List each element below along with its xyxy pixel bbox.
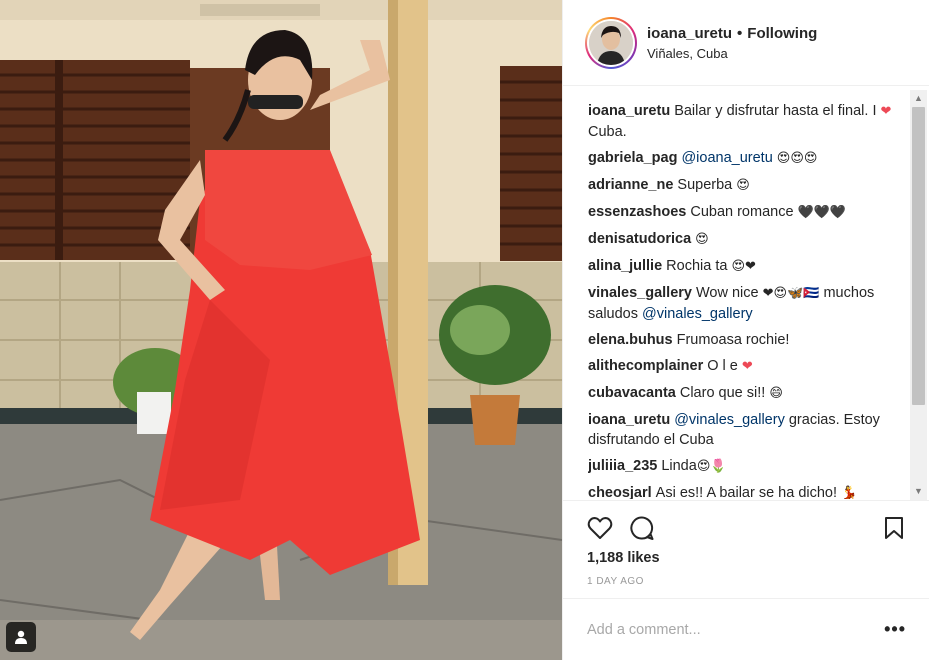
- add-comment-bar: •••: [563, 598, 929, 660]
- comment-text: Bailar y disfrutar hasta el final. I: [674, 103, 881, 119]
- post-timestamp[interactable]: 1 DAY AGO: [587, 576, 912, 587]
- comment-emoji: 😍❤: [731, 259, 756, 274]
- scroll-up-arrow-icon[interactable]: ▲: [910, 90, 927, 107]
- comment-username[interactable]: alithecomplainer: [588, 358, 703, 374]
- comment-mention[interactable]: @vinales_gallery: [642, 306, 753, 322]
- comment-emoji: 😍: [695, 232, 709, 247]
- comment-emoji: 😍🌷: [696, 459, 727, 474]
- comments-list: ioana_uretu Bailar y disfrutar hasta el f…: [588, 101, 908, 499]
- comment-text: Rochia ta: [666, 258, 732, 274]
- avatar-image: [589, 20, 633, 65]
- comment-text: Frumoasa rochie!: [676, 332, 790, 348]
- add-comment-input[interactable]: [587, 621, 885, 638]
- comment-emoji: 😄: [769, 386, 783, 401]
- comment-text-tail: Cuba.: [588, 124, 627, 140]
- comment-username[interactable]: adrianne_ne: [588, 177, 673, 193]
- comment-username[interactable]: cheosjarl: [588, 485, 652, 499]
- comment-text: Wow nice: [696, 285, 763, 301]
- comment-item: cheosjarl Asi es!! A bailar se ha dicho! …: [588, 483, 908, 499]
- comment-item: juliiia_235 Linda😍🌷: [588, 456, 908, 477]
- comment-item: cubavacanta Claro que si!! 😄: [588, 383, 908, 404]
- comment-item: adrianne_ne Superba 😍: [588, 175, 908, 196]
- likes-count[interactable]: 1,188 likes: [587, 550, 912, 566]
- post-location[interactable]: Viñales, Cuba: [647, 46, 817, 61]
- bookmark-icon: [885, 517, 903, 539]
- separator-dot: •: [737, 24, 743, 42]
- comment-mention[interactable]: @vinales_gallery: [674, 412, 785, 428]
- comment-username[interactable]: denisatudorica: [588, 231, 691, 247]
- post-actions: 1,188 likes 1 DAY AGO: [563, 500, 929, 600]
- more-options-icon[interactable]: •••: [884, 619, 906, 640]
- comment-item: essenzashoes Cuban romance 🖤🖤🖤: [588, 202, 908, 223]
- author-username[interactable]: ioana_uretu: [647, 25, 732, 42]
- comment-username[interactable]: gabriela_pag: [588, 150, 677, 166]
- comment-username[interactable]: elena.buhus: [588, 332, 673, 348]
- post-photo[interactable]: [0, 0, 562, 660]
- speech-bubble-icon: [630, 516, 654, 540]
- comment-item: alina_jullie Rochia ta 😍❤: [588, 256, 908, 277]
- comment-emoji: ❤😍🦋🇨🇺: [762, 286, 820, 301]
- comment-text: Claro que si!!: [679, 385, 770, 401]
- comments-scrollbar[interactable]: ▲ ▼: [910, 90, 927, 500]
- heart-outline-icon: [587, 517, 613, 539]
- post-sidebar: ioana_uretu • Following Viñales, Cuba io…: [562, 0, 929, 660]
- comment-emoji: 💃: [841, 486, 858, 499]
- comment-emoji: 😍😍😍: [776, 151, 818, 166]
- heart-emoji: ❤: [880, 104, 892, 119]
- following-button[interactable]: Following: [747, 25, 817, 42]
- comment-username[interactable]: ioana_uretu: [588, 103, 670, 119]
- save-button[interactable]: [884, 516, 904, 540]
- comment-text: O l e: [707, 358, 742, 374]
- caption: ioana_uretu Bailar y disfrutar hasta el f…: [588, 101, 908, 142]
- heart-emoji: ❤: [741, 359, 753, 374]
- avatar[interactable]: [585, 16, 637, 69]
- comment-item: ioana_uretu @vinales_gallery gracias. Est…: [588, 410, 908, 450]
- comment-item: vinales_gallery Wow nice ❤😍🦋🇨🇺 muchos sal…: [588, 283, 908, 324]
- comment-username[interactable]: vinales_gallery: [588, 285, 692, 301]
- comment-mention[interactable]: @ioana_uretu: [681, 150, 772, 166]
- person-tag-icon: [15, 630, 27, 644]
- comment-username[interactable]: essenzashoes: [588, 204, 686, 220]
- like-button[interactable]: [587, 516, 613, 540]
- comment-item: gabriela_pag @ioana_uretu 😍😍😍: [588, 148, 908, 169]
- comment-item: elena.buhus Frumoasa rochie!: [588, 330, 908, 350]
- scroll-down-arrow-icon[interactable]: ▼: [910, 483, 927, 500]
- comment-username[interactable]: juliiia_235: [588, 458, 657, 474]
- comment-username[interactable]: cubavacanta: [588, 385, 676, 401]
- comment-text: Cuban romance: [690, 204, 798, 220]
- comment-item: denisatudorica 😍: [588, 229, 908, 250]
- post-header: ioana_uretu • Following Viñales, Cuba: [563, 0, 929, 86]
- scrollbar-thumb[interactable]: [912, 107, 925, 405]
- comment-text: Asi es!! A bailar se ha dicho!: [655, 485, 842, 499]
- comment-button[interactable]: [629, 515, 655, 541]
- photo-illustration: [0, 0, 562, 660]
- comment-username[interactable]: alina_jullie: [588, 258, 662, 274]
- comment-text: Superba: [677, 177, 737, 193]
- tag-people-button[interactable]: [6, 622, 36, 652]
- comment-item: alithecomplainer O l e ❤: [588, 356, 908, 377]
- comment-username[interactable]: ioana_uretu: [588, 412, 670, 428]
- comment-emoji: 🖤🖤🖤: [797, 205, 847, 220]
- comment-emoji: 😍: [736, 178, 750, 193]
- comment-text: Linda: [661, 458, 697, 474]
